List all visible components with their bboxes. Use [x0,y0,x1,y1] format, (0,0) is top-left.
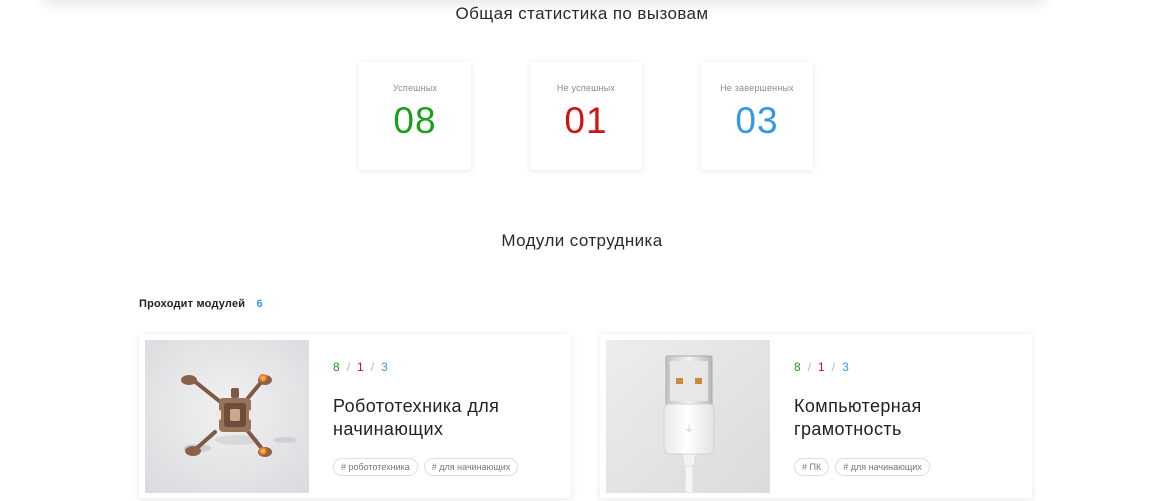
svg-text:⏚: ⏚ [684,424,693,435]
modules-count-row: Проходит модулей 6 [139,298,263,310]
separator: / [370,360,375,374]
tag-pc[interactable]: # ПК [794,458,830,476]
separator: / [807,360,812,374]
module-stats: 8 / 1 / 3 [333,360,388,374]
module-tags: # робототехника # для начинающих [333,458,519,476]
stat-value-success: 08 [393,100,437,141]
module-unfinished-count: 3 [842,360,849,374]
modules-section-title: Модули сотрудника [501,231,663,250]
module-fail-count: 1 [818,360,825,374]
modules-count-value: 6 [256,298,263,310]
module-title[interactable]: Робототехника для начинающих [333,395,553,441]
module-card-robotics[interactable]: 8 / 1 / 3 Робототехника для начинающих # роб… [139,334,571,498]
stat-card-success: Успешных 08 [359,62,471,170]
stats-section-title: Общая статистика по вызовам [455,4,709,23]
tag-robotics[interactable]: # робототехника [333,458,418,476]
tag-beginners[interactable]: # для начинающих [423,458,519,476]
modules-count-label: Проходит модулей [139,298,246,310]
stat-label: Успешных [392,83,438,93]
stat-value-unfinished: 03 [735,100,779,141]
stat-card-unfinished: Не завершенных 03 [701,62,813,170]
module-fail-count: 1 [357,360,364,374]
stat-label: Не успешных [556,83,616,93]
stat-label: Не завершенных [720,83,794,93]
tag-beginners[interactable]: # для начинающих [835,458,930,476]
stat-card-fail: Не успешных 01 [530,62,642,170]
separator: / [346,360,351,374]
drone-photo [145,340,309,493]
module-unfinished-count: 3 [381,360,388,374]
module-stats: 8 / 1 / 3 [794,360,849,374]
module-title[interactable]: Компьютерная грамотность [794,395,1014,441]
module-tags: # ПК # для начинающих [794,458,930,476]
module-success-count: 8 [333,360,340,374]
stat-value-fail: 01 [564,100,608,141]
module-card-computer-literacy[interactable]: ⏚ 8 / 1 / 3 Компьютерная грамотность # ПК # … [600,334,1032,498]
separator: / [831,360,836,374]
module-success-count: 8 [794,360,801,374]
usb-cable-photo: ⏚ [606,340,770,493]
